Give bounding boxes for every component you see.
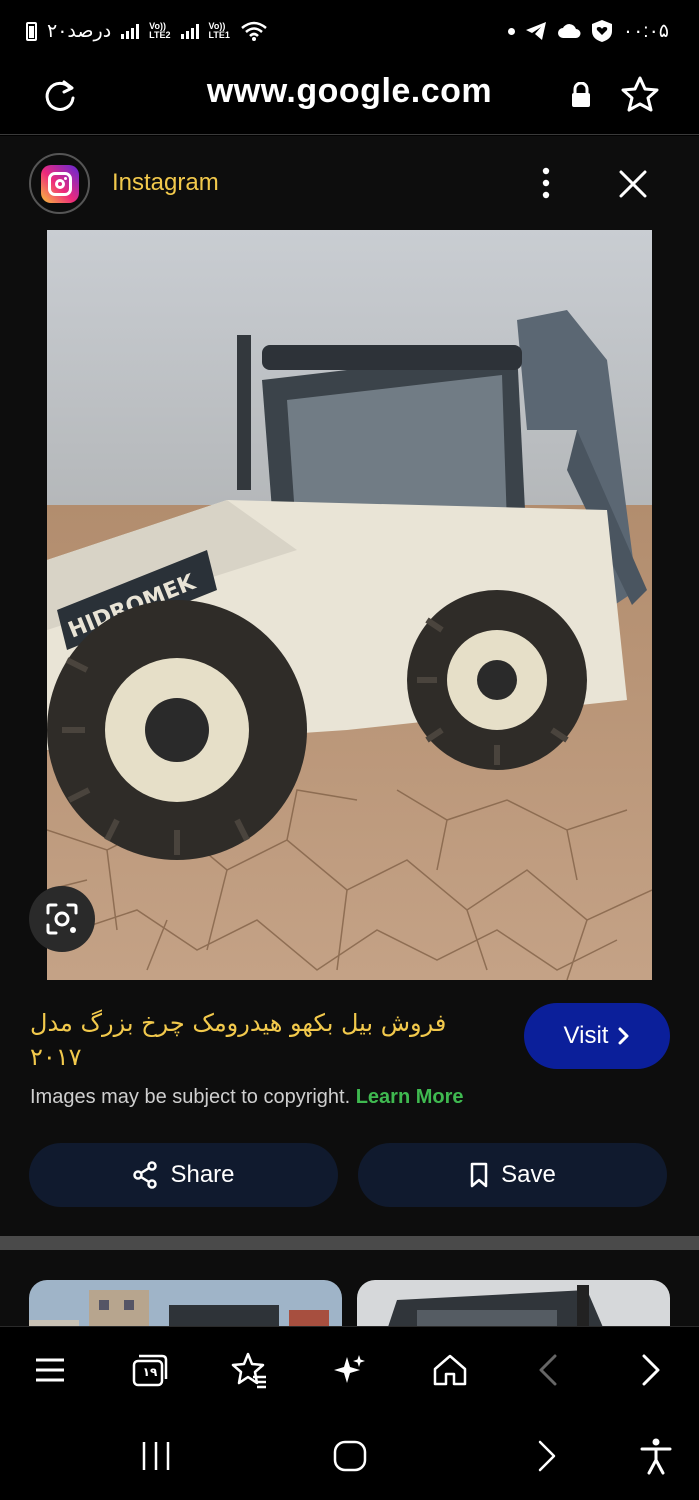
bookmark-star-icon[interactable] (619, 74, 661, 116)
address-bar: www.google.com (0, 60, 699, 135)
instagram-logo-icon (40, 164, 79, 203)
close-icon[interactable] (615, 166, 651, 202)
signal-bars-icon (180, 23, 199, 39)
home-circle-icon[interactable] (330, 1436, 370, 1476)
copyright-text: Images may be subject to copyright. (30, 1086, 351, 1108)
sim1-indicator: Vo)) LTE1 (209, 22, 230, 40)
home-icon[interactable] (429, 1349, 471, 1391)
back-chevron-icon[interactable] (526, 1436, 566, 1476)
cloud-icon (557, 24, 581, 38)
battery-icon (26, 21, 37, 41)
bookmarks-icon[interactable] (229, 1349, 271, 1391)
wifi-icon (241, 21, 267, 41)
tabs-count: ۱۹ (142, 1365, 158, 1379)
related-thumbnail[interactable] (29, 1280, 342, 1326)
battery-text: ۲۰درصد (47, 20, 112, 42)
learn-more-link[interactable]: Learn More (356, 1086, 464, 1108)
chevron-right-icon (618, 1027, 629, 1045)
image-result-card: Instagram HIDROMEK فروش بیل بکهو هیدرومک… (0, 136, 699, 1236)
status-bar: ۲۰درصد Vo)) LTE2 Vo)) LTE1 ۰۰:۰۵ (0, 0, 699, 60)
telegram-icon (525, 22, 546, 40)
main-image[interactable]: HIDROMEK (47, 230, 652, 980)
ai-sparkle-icon[interactable] (329, 1349, 371, 1391)
menu-icon[interactable] (29, 1349, 71, 1391)
lens-icon (46, 903, 78, 935)
backhoe-photo: HIDROMEK (47, 230, 652, 980)
visit-label: Visit (563, 1022, 609, 1049)
sim2-indicator: Vo)) LTE2 (149, 22, 170, 40)
image-title: فروش بیل بکهو هیدرومک چرخ بزرگ مدل ۲۰۱۷ (30, 1009, 447, 1071)
copyright-notice: Images may be subject to copyright. Lear… (30, 1086, 464, 1109)
status-left: ۲۰درصد Vo)) LTE2 Vo)) LTE1 (26, 18, 268, 44)
tabs-icon[interactable]: ۱۹ (129, 1349, 171, 1391)
more-options-icon[interactable] (534, 166, 558, 200)
recent-apps-icon[interactable] (136, 1436, 176, 1476)
sim2-lte: LTE2 (149, 30, 171, 40)
browser-toolbar: ۱۹ (0, 1326, 699, 1412)
lock-icon[interactable] (570, 82, 592, 108)
signal-bars-icon (121, 23, 140, 39)
back-icon[interactable] (527, 1349, 569, 1391)
sim1-lte: LTE1 (208, 30, 230, 40)
related-results (0, 1250, 699, 1326)
status-right: ۰۰:۰۵ (507, 18, 669, 44)
clock: ۰۰:۰۵ (622, 20, 669, 42)
system-nav-bar (0, 1412, 699, 1500)
source-logo[interactable] (29, 153, 90, 214)
url-text[interactable]: www.google.com (0, 72, 699, 111)
google-lens-button[interactable] (29, 886, 95, 952)
source-name[interactable]: Instagram (112, 169, 219, 197)
section-divider (0, 1236, 699, 1250)
notification-dot-icon (507, 27, 515, 35)
save-button[interactable]: Save (358, 1143, 667, 1207)
forward-icon[interactable] (630, 1349, 672, 1391)
accessibility-icon[interactable] (636, 1436, 676, 1476)
save-label: Save (501, 1161, 556, 1188)
shield-heart-icon (591, 20, 612, 42)
related-thumbnail[interactable] (357, 1280, 670, 1326)
share-icon (133, 1161, 158, 1189)
share-label: Share (170, 1161, 235, 1188)
visit-button[interactable]: Visit (524, 1003, 670, 1069)
bookmark-icon (470, 1162, 488, 1188)
share-button[interactable]: Share (29, 1143, 338, 1207)
